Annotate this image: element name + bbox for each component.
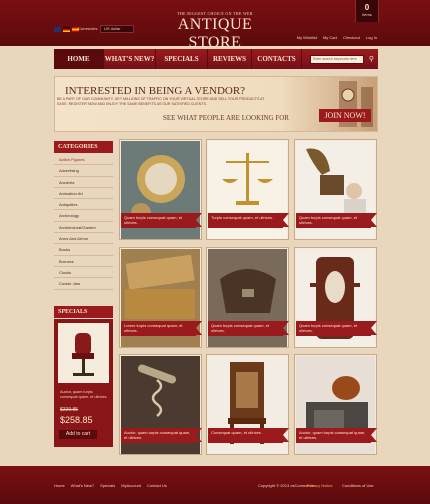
- special-product: Auctor, quam turpis consequat quam, et u…: [54, 319, 113, 447]
- category-item[interactable]: Ancients: [54, 177, 113, 188]
- category-item[interactable]: Clocks: [54, 267, 113, 279]
- currency-select[interactable]: US dollar: [100, 25, 134, 33]
- product-card[interactable]: Auctor, quam turpis consequat quam, et u…: [119, 354, 202, 455]
- footer-link-contact[interactable]: Contact Us: [147, 483, 167, 488]
- category-item[interactable]: Arms And Armor: [54, 233, 113, 245]
- product-card[interactable]: Consequat quam, et ultrices.: [206, 354, 289, 455]
- banner-subtitle: SEE WHAT PEOPLE ARE LOOKING FOR: [163, 114, 289, 122]
- product-label: Turpis consequat quam, et ultrices.: [208, 213, 289, 228]
- mycart-link[interactable]: My Cart: [323, 35, 337, 40]
- footer: Home What's New? Specials MyAccount Cont…: [0, 466, 430, 504]
- footer-links: Home What's New? Specials MyAccount Cont…: [54, 483, 167, 488]
- category-item[interactable]: Action Figures: [54, 154, 113, 166]
- product-label: Consequat quam, et ultrices.: [208, 428, 289, 443]
- category-list: Action Figures Advertising Ancients Anim…: [54, 154, 113, 290]
- checkout-link[interactable]: Checkout: [343, 35, 360, 40]
- product-card[interactable]: Quam turpis consequat quam, et ultrices.: [294, 139, 377, 240]
- footer-link-specials[interactable]: Specials: [100, 483, 115, 488]
- login-link[interactable]: Log In: [366, 35, 377, 40]
- conditions-link[interactable]: Conditions of Use: [342, 483, 374, 488]
- product-label: Quam turpis consequat quam, et ultrices.: [296, 321, 377, 336]
- product-card[interactable]: Turpis consequat quam, et ultrices.: [206, 139, 289, 240]
- barber-chair-icon[interactable]: [58, 323, 109, 383]
- product-label: Auctor, quam turpis consequat quam, et u…: [296, 428, 377, 443]
- flag-en-icon[interactable]: [54, 27, 61, 32]
- currency-label: Currencies: [78, 26, 98, 31]
- footer-link-whats-new[interactable]: What's New?: [71, 483, 94, 488]
- header-bar: Currencies US dollar THE BIGGEST CHOICE …: [0, 0, 430, 51]
- categories-title: CATEGORIES: [54, 141, 113, 153]
- flag-de-icon[interactable]: [63, 27, 70, 32]
- banner-text: BE A PART OF OUR COMMUNITY. GET MILLIONS…: [57, 97, 265, 106]
- product-label: Lorem turpis consequat quam, et ultrices…: [121, 321, 202, 336]
- category-item[interactable]: Antiquities: [54, 199, 113, 211]
- category-item[interactable]: Archeology: [54, 210, 113, 222]
- cart-items-label: items: [362, 12, 372, 17]
- special-price: $258.85: [60, 415, 93, 425]
- language-flags: [54, 27, 79, 32]
- cart-widget[interactable]: 0 items: [355, 0, 379, 22]
- product-card[interactable]: Auctor, quam turpis consequat quam, et u…: [294, 354, 377, 455]
- category-item[interactable]: Cookie Jars: [54, 278, 113, 290]
- top-links: My Wishlist My Cart Checkout Log In: [297, 35, 377, 40]
- nav-whats-new[interactable]: WHAT'S NEW?: [104, 49, 156, 69]
- wishlist-link[interactable]: My Wishlist: [297, 35, 317, 40]
- search-icon[interactable]: ⚲: [367, 55, 376, 64]
- antique-clock-icon: [339, 81, 373, 127]
- cart-count: 0: [364, 3, 370, 12]
- specials-title: SPECIALS: [54, 306, 113, 318]
- category-item[interactable]: Animation Art: [54, 188, 113, 200]
- banner-title: INTERESTED IN BEING A VENDOR?: [65, 85, 246, 97]
- category-item[interactable]: Bronzes: [54, 256, 113, 267]
- main-nav: HOME WHAT'S NEW? SPECIALS REVIEWS CONTAC…: [54, 49, 378, 69]
- store-logo[interactable]: ANTIQUE STORE: [156, 16, 274, 52]
- vendor-banner: INTERESTED IN BEING A VENDOR? BE A PART …: [54, 76, 378, 132]
- product-card[interactable]: Quam turpis consequat quam, et ultrices.: [119, 139, 202, 240]
- product-label: Quam turpis consequat quam, et ultrices.: [121, 213, 202, 228]
- privacy-link[interactable]: Privacy Notice: [307, 483, 333, 488]
- nav-reviews[interactable]: REVIEWS: [208, 49, 252, 69]
- category-item[interactable]: Books: [54, 244, 113, 256]
- nav-home[interactable]: HOME: [54, 49, 104, 69]
- category-item[interactable]: Architectural/Garden: [54, 222, 113, 234]
- join-now-button[interactable]: JOIN NOW!: [319, 109, 371, 122]
- nav-specials[interactable]: SPECIALS: [156, 49, 208, 69]
- footer-link-myaccount[interactable]: MyAccount: [121, 483, 141, 488]
- product-label: Auctor, quam turpis consequat quam, et u…: [121, 428, 202, 443]
- footer-link-home[interactable]: Home: [54, 483, 65, 488]
- special-old-price: $339.85: [60, 407, 79, 413]
- special-description: Auctor, quam turpis consequat quam, et u…: [60, 390, 108, 399]
- product-label: Quam turpis consequat quam, et ultrices.: [296, 213, 377, 228]
- nav-contacts[interactable]: CONTACTS: [252, 49, 302, 69]
- product-card[interactable]: Quam turpis consequat quam, et ultrices.: [206, 247, 289, 348]
- product-card[interactable]: Lorem turpis consequat quam, et ultrices…: [119, 247, 202, 348]
- add-to-cart-button[interactable]: Add to cart: [59, 430, 97, 439]
- search-input[interactable]: Enter search keywords here: [310, 54, 364, 64]
- product-label: Quam turpis consequat quam, et ultrices.: [208, 321, 289, 336]
- category-item[interactable]: Advertising: [54, 165, 113, 177]
- product-card[interactable]: Quam turpis consequat quam, et ultrices.: [294, 247, 377, 348]
- copyright: Copyright © 2013 osCommerce: [258, 483, 315, 488]
